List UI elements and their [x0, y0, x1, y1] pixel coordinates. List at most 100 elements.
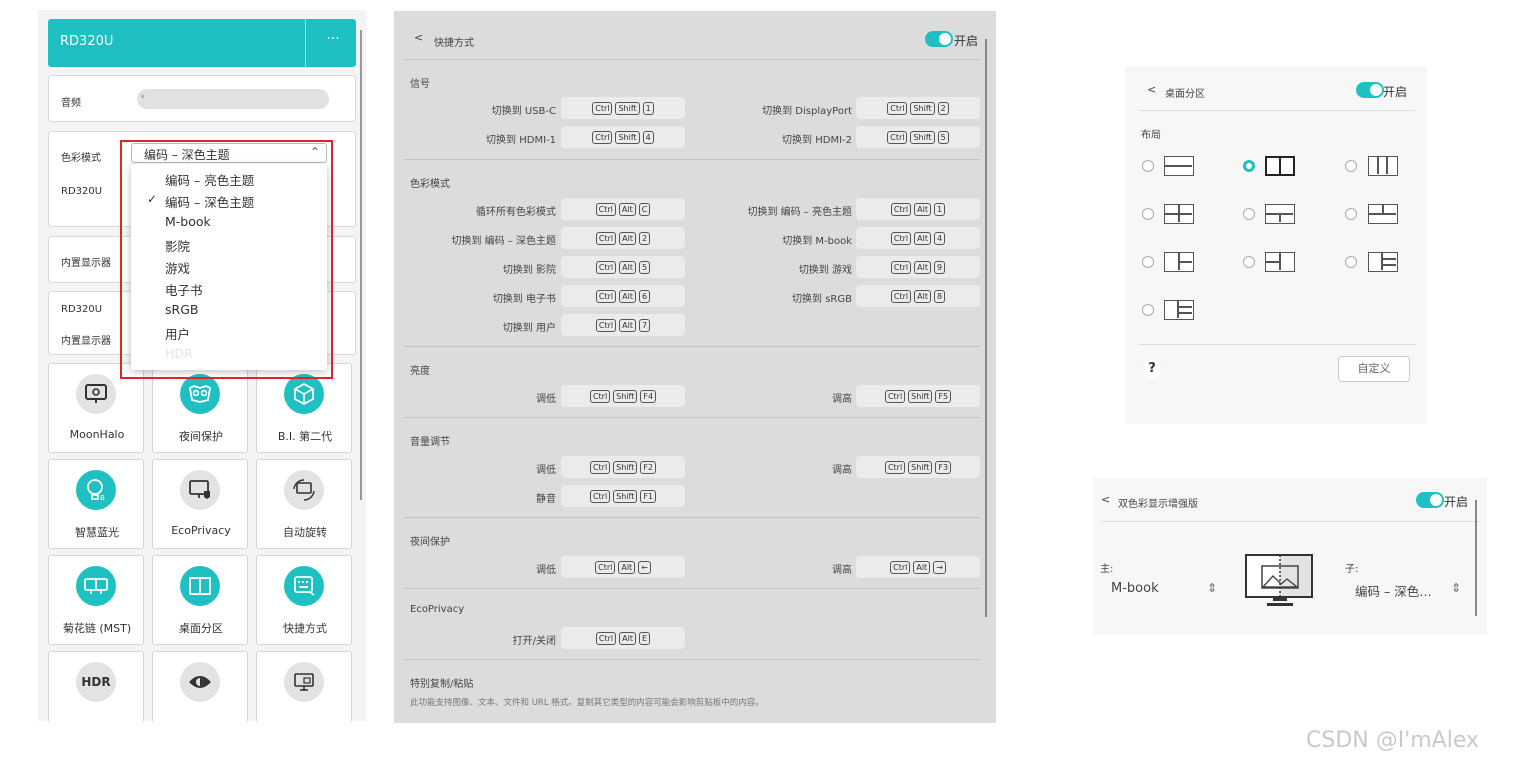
back-icon[interactable]: < — [1147, 83, 1156, 96]
key: Ctrl — [887, 101, 908, 115]
key: 9 — [933, 260, 946, 274]
rotate-icon — [284, 470, 324, 510]
shortcuts-toggle[interactable] — [925, 31, 953, 47]
keyboard-icon — [284, 566, 324, 606]
panel4-scrollbar[interactable] — [1475, 500, 1477, 616]
shortcut-label: 调低 — [536, 394, 556, 405]
partition-toggle[interactable] — [1356, 82, 1384, 98]
layout-radio[interactable] — [1142, 208, 1154, 220]
layout-radio[interactable] — [1345, 160, 1357, 172]
layout-radio[interactable] — [1243, 208, 1255, 220]
layout-left-three-right-one-icon — [1164, 300, 1194, 320]
key: Ctrl — [890, 202, 912, 216]
desktop-partition-panel: < 桌面分区 开启 布局 ? 自定义 — [1125, 66, 1427, 424]
section-signal: 信号 — [410, 79, 430, 90]
shortcut-cinema[interactable]: Ctrl Alt 5 — [561, 256, 685, 278]
key: Ctrl — [595, 318, 617, 332]
tile-auto-rotate[interactable]: 自动旋转 — [256, 459, 352, 549]
tile-ecoprivacy[interactable]: EcoPrivacy — [152, 459, 248, 549]
tile-label: 桌面分区 — [179, 622, 223, 635]
shortcut-volume-down[interactable]: Ctrl Shift F2 — [561, 456, 685, 478]
shortcut-label: 调高 — [832, 465, 852, 476]
back-icon[interactable]: < — [414, 31, 423, 44]
layout-radio[interactable] — [1142, 160, 1154, 172]
panel2-scrollbar[interactable] — [985, 39, 987, 617]
key: Alt — [619, 631, 636, 645]
key: 2 — [937, 101, 949, 115]
shortcut-night-down[interactable]: Ctrl Alt ← — [561, 556, 685, 578]
divider — [404, 517, 980, 518]
layout-radio[interactable] — [1345, 208, 1357, 220]
shortcut-brightness-up[interactable]: Ctrl Shift F5 — [856, 385, 980, 407]
monitor-icon — [284, 662, 324, 702]
shortcut-hdmi1[interactable]: Ctrl Shift 4 — [561, 126, 685, 148]
watermark: CSDN @I'mAlex — [1306, 728, 1480, 753]
shortcut-code-dark[interactable]: Ctrl Alt 2 — [561, 227, 685, 249]
tile-smart-bluelight[interactable]: B 智慧蓝光 — [48, 459, 144, 549]
shortcut-ebook[interactable]: Ctrl Alt 6 — [561, 285, 685, 307]
help-icon[interactable]: ? — [1143, 360, 1161, 378]
shortcut-label: 切换到 HDMI-2 — [782, 135, 852, 146]
tile-label: 智慧蓝光 — [75, 526, 119, 539]
shortcut-label: 切换到 游戏 — [798, 265, 852, 276]
custom-button[interactable]: 自定义 — [1338, 356, 1410, 382]
main-select[interactable]: M-book ⇕ — [1111, 580, 1221, 600]
key: Ctrl — [595, 631, 617, 645]
key: Ctrl — [595, 289, 617, 303]
display-pair-bottom: 内置显示器 — [61, 336, 111, 347]
shortcut-game[interactable]: Ctrl Alt 9 — [856, 256, 980, 278]
tile-hdr[interactable]: HDR — [48, 651, 144, 721]
shortcut-night-up[interactable]: Ctrl Alt → — [856, 556, 980, 578]
dual-color-toggle[interactable] — [1416, 492, 1444, 508]
tile-daisy-chain[interactable]: 菊花链 (MST) — [48, 555, 144, 645]
shortcut-usbc[interactable]: Ctrl Shift 1 — [561, 97, 685, 119]
sub-select[interactable]: 编码 – 深色… ⇕ — [1355, 580, 1467, 600]
volume-slider[interactable]: 🔈︎ — [137, 89, 329, 109]
cube-icon — [284, 374, 324, 414]
tile-eye-care[interactable] — [152, 651, 248, 721]
panel1-scrollbar[interactable] — [360, 30, 362, 500]
shortcut-eco-toggle[interactable]: Ctrl Alt E — [561, 627, 685, 649]
shortcut-cycle[interactable]: Ctrl Alt C — [561, 198, 685, 220]
updown-chevron-icon: ⇕ — [1207, 581, 1218, 595]
key: Ctrl — [592, 130, 613, 144]
layout-radio[interactable] — [1345, 256, 1357, 268]
key: 8 — [933, 289, 946, 303]
divider — [404, 159, 980, 160]
tile-shortcuts[interactable]: 快捷方式 — [256, 555, 352, 645]
layout-radio[interactable] — [1142, 256, 1154, 268]
key: Alt — [914, 231, 931, 245]
shortcut-srgb[interactable]: Ctrl Alt 8 — [856, 285, 980, 307]
shortcut-user[interactable]: Ctrl Alt 7 — [561, 314, 685, 336]
tile-label: 快捷方式 — [283, 622, 327, 635]
back-icon[interactable]: < — [1101, 493, 1110, 506]
layout-radio[interactable] — [1142, 304, 1154, 316]
divider — [404, 346, 980, 347]
key: Alt — [619, 318, 636, 332]
shortcut-brightness-down[interactable]: Ctrl Shift F4 — [561, 385, 685, 407]
shortcuts-title: 快捷方式 — [434, 38, 474, 49]
key: 7 — [638, 318, 651, 332]
tile-monitor[interactable] — [256, 651, 352, 721]
layout-radio[interactable] — [1243, 256, 1255, 268]
key: Shift — [613, 489, 638, 503]
key: 1 — [642, 101, 654, 115]
more-options-button[interactable]: ··· — [318, 31, 348, 47]
shortcut-volume-up[interactable]: Ctrl Shift F3 — [856, 456, 980, 478]
shortcut-label: 切换到 电子书 — [492, 294, 556, 305]
shortcut-mute[interactable]: Ctrl Shift F1 — [561, 485, 685, 507]
shortcut-dp[interactable]: Ctrl Shift 2 — [856, 97, 980, 119]
shortcut-mbook[interactable]: Ctrl Alt 4 — [856, 227, 980, 249]
tile-desktop-partition[interactable]: 桌面分区 — [152, 555, 248, 645]
eye-icon — [180, 662, 220, 702]
toggle-label: 开启 — [1444, 495, 1469, 509]
key: F2 — [640, 460, 657, 474]
key: Ctrl — [589, 389, 611, 403]
shortcut-label: 调高 — [832, 394, 852, 405]
shortcut-label: 切换到 编码 – 亮色主题 — [747, 207, 852, 218]
shortcut-code-light[interactable]: Ctrl Alt 1 — [856, 198, 980, 220]
tile-label: B.I. 第二代 — [277, 430, 333, 443]
layout-three-columns-icon — [1368, 156, 1398, 176]
layout-radio-selected[interactable] — [1243, 160, 1255, 172]
shortcut-hdmi2[interactable]: Ctrl Shift 5 — [856, 126, 980, 148]
